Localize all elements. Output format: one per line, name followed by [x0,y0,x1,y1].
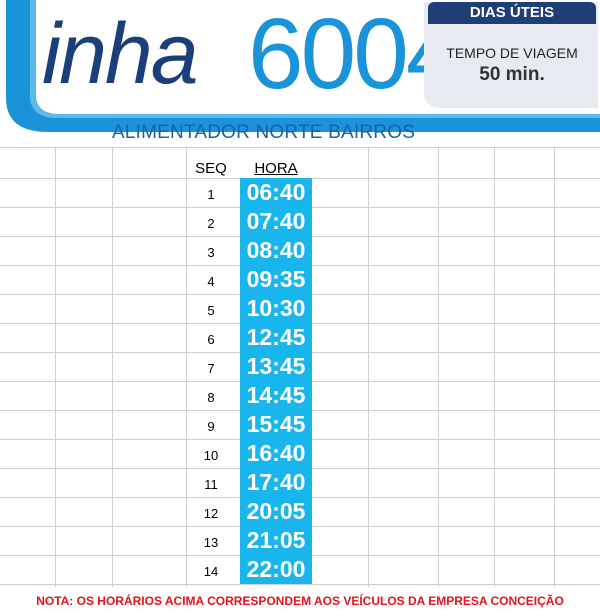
seq-cell: 4 [207,274,215,289]
seq-cell: 7 [207,361,215,376]
route-subtitle: ALIMENTADOR NORTE BAIRROS [112,122,416,143]
seq-cell: 5 [207,303,215,318]
departure-time: 08:40 [246,237,306,263]
seq-cell: 1 [207,187,215,202]
departure-time: 06:40 [246,179,306,205]
departure-time: 21:05 [246,527,306,553]
footer-note: NOTA: OS HORÁRIOS ACIMA CORRESPONDEM AOS… [36,594,564,608]
departure-time: 15:45 [246,411,306,437]
departure-time: 09:35 [246,266,306,292]
seq-cell: 3 [207,245,215,260]
departure-time: 16:40 [246,440,306,466]
travel-time-value: 50 min. [479,64,545,85]
travel-time-label: TEMPO DE VIAGEM [446,45,578,61]
day-type-badge: DIAS ÚTEIS [428,2,596,24]
departure-time: 22:00 [246,556,306,582]
departure-time: 12:45 [246,324,306,350]
seq-cell: 9 [207,419,215,434]
departure-time: 14:45 [246,382,306,408]
seq-cell: 14 [203,564,219,579]
seq-cell: 2 [207,216,215,231]
time-column-header: HORA [254,160,298,177]
departure-time: 20:05 [246,498,306,524]
departure-time: 10:30 [246,295,306,321]
departure-time: 07:40 [246,208,306,234]
seq-cell: 13 [203,535,219,550]
departure-time: 13:45 [246,353,306,379]
seq-cell: 12 [203,506,219,521]
seq-cell: 8 [207,390,215,405]
logo-text: inha [42,6,199,102]
seq-cell: 6 [207,332,215,347]
departure-time: 17:40 [246,469,306,495]
seq-cell: 10 [203,448,219,463]
seq-cell: 11 [204,477,218,492]
seq-column-header: SEQ [195,160,227,177]
